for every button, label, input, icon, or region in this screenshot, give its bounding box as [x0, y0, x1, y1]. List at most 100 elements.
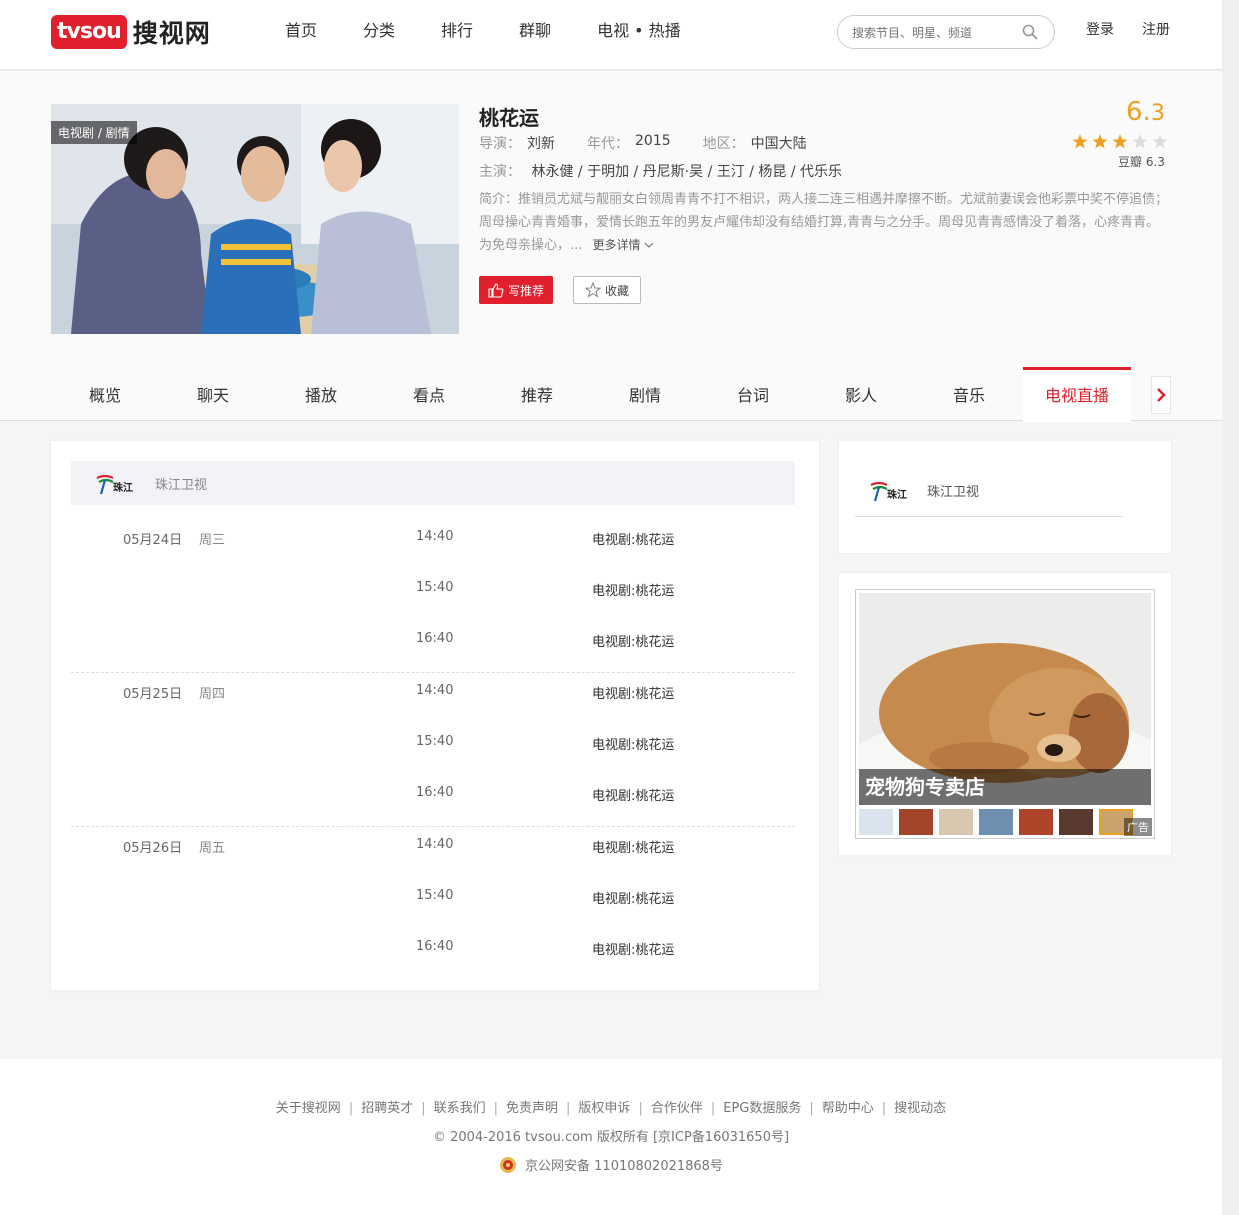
ad-caption: 宠物狗专卖店 — [859, 769, 1151, 805]
schedule-time: 16:40 — [416, 785, 454, 800]
footer-separator: | — [638, 1101, 643, 1116]
schedule-channel-name[interactable]: 珠江卫视 — [155, 474, 207, 493]
star-empty-icon — [1131, 133, 1151, 151]
footer-link[interactable]: 帮助中心 — [822, 1101, 874, 1116]
star-empty-icon — [1151, 133, 1171, 151]
program-title: 桃花运 — [479, 106, 539, 130]
footer-link[interactable]: 搜视动态 — [894, 1101, 946, 1116]
nav-home[interactable]: 首页 — [270, 18, 332, 44]
tab-1[interactable]: 聊天 — [159, 367, 267, 421]
chevron-right-icon — [1157, 388, 1166, 402]
ad-banner[interactable]: 宠物狗专卖店 广告 — [855, 589, 1155, 839]
register-link[interactable]: 注册 — [1142, 20, 1170, 40]
schedule-date: 05月26日 — [123, 841, 183, 856]
tab-4[interactable]: 推荐 — [483, 367, 591, 421]
search-box — [837, 15, 1055, 49]
schedule-program-link[interactable]: 电视剧:桃花运 — [592, 837, 674, 856]
svg-text:珠江: 珠江 — [887, 488, 907, 501]
schedule-program-link[interactable]: 电视剧:桃花运 — [592, 785, 674, 804]
nav-ranking[interactable]: 排行 — [426, 18, 488, 44]
schedule-program-link[interactable]: 电视剧:桃花运 — [592, 529, 674, 548]
synopsis-text: 简介：推销员尤斌与靓丽女白领周青青不打不相识，两人接二连三相遇并摩擦不断。尤斌前… — [479, 192, 1169, 253]
site-logo[interactable]: tvsou 搜视网 — [51, 15, 211, 49]
ad-thumbnail[interactable] — [1019, 809, 1053, 835]
ad-thumbnail[interactable] — [1059, 809, 1093, 835]
search-icon[interactable] — [1022, 24, 1038, 40]
tab-9[interactable]: 电视直播 — [1023, 367, 1131, 422]
side-channel-name: 珠江卫视 — [927, 485, 980, 500]
schedule-weekday: 周五 — [199, 841, 226, 856]
schedule-time: 15:40 — [416, 888, 454, 903]
content-tabs: 概览 聊天 播放 看点 推荐 剧情 台词 影人 音乐 电视直播 — [0, 367, 1222, 422]
cast-value[interactable]: 林永健 / 于明加 / 丹尼斯·吴 / 王汀 / 杨昆 / 代乐乐 — [531, 164, 842, 180]
nav-tv-hot[interactable]: 电视 • 热播 — [582, 18, 696, 44]
footer-link[interactable]: 免责声明 — [506, 1101, 558, 1116]
program-info: 电视剧 / 剧情 桃花运 导演： 刘新 年代： 2015 地区： 中国大陆 主演… — [0, 71, 1222, 367]
schedule-day: 05月25日 周四 14:40 电视剧:桃花运 15:40 电视剧:桃花运 16:40 电视剧… — [71, 673, 795, 827]
year-value: 2015 — [635, 133, 671, 149]
search-input[interactable] — [852, 23, 1012, 43]
tab-6[interactable]: 台词 — [699, 367, 807, 421]
schedule-program-link[interactable]: 电视剧:桃花运 — [592, 580, 674, 599]
more-details-link[interactable]: 更多详情 — [593, 238, 655, 252]
schedule-program-link[interactable]: 电视剧:桃花运 — [592, 683, 674, 702]
tv-schedule: 珠江 珠江卫视 05月24日 周三 14:40 电视剧:桃花运 15:40 电视剧:桃花运… — [51, 441, 819, 990]
police-badge-icon — [500, 1156, 517, 1173]
login-link[interactable]: 登录 — [1086, 20, 1114, 40]
footer-copyright: © 2004-2016 tvsou.com 版权所有 [京ICP备1603165… — [432, 1130, 790, 1145]
footer-icp: 京公网安备 11010802021868号 — [0, 1155, 1222, 1174]
schedule-time: 15:40 — [416, 734, 454, 749]
tab-5[interactable]: 剧情 — [591, 367, 699, 421]
scrollbar[interactable] — [1222, 0, 1239, 1215]
ad-thumbnails — [859, 809, 1151, 835]
favorite-label: 收藏 — [604, 283, 629, 298]
schedule-program-link[interactable]: 电视剧:桃花运 — [592, 734, 674, 753]
star-outline-icon — [584, 282, 601, 298]
footer-links: 关于搜视网 | 招聘英才 | 联系我们 | 免责声明 | 版权申诉 | 合作伙伴 | EPG数据服务 | 帮… — [0, 1097, 1222, 1116]
nav-category[interactable]: 分类 — [348, 18, 410, 44]
ad-thumbnail[interactable] — [939, 809, 973, 835]
program-poster[interactable]: 电视剧 / 剧情 — [51, 104, 459, 334]
ad-thumbnail[interactable] — [859, 809, 893, 835]
favorite-button[interactable]: 收藏 — [573, 276, 641, 304]
write-recommend-button[interactable]: 写推荐 — [479, 276, 553, 304]
footer-link[interactable]: 招聘英才 — [361, 1101, 413, 1116]
footer-link[interactable]: 关于搜视网 — [276, 1101, 341, 1116]
tab-7[interactable]: 影人 — [807, 367, 915, 421]
cast-label: 主演： — [479, 164, 521, 180]
director-value[interactable]: 刘新 — [527, 133, 555, 153]
side-channel-item[interactable]: 珠江 珠江卫视 — [855, 469, 1123, 517]
footer-link[interactable]: EPG数据服务 — [723, 1101, 801, 1116]
schedule-program-link[interactable]: 电视剧:桃花运 — [592, 939, 674, 958]
tab-3[interactable]: 看点 — [375, 367, 483, 421]
schedule-date: 05月24日 — [123, 533, 183, 548]
footer-separator: | — [566, 1101, 571, 1116]
program-synopsis: 简介：推销员尤斌与靓丽女白领周青青不打不相识，两人接二连三相遇并摩擦不断。尤斌前… — [479, 188, 1169, 257]
footer-separator: | — [421, 1101, 426, 1116]
tabs-next-button[interactable] — [1151, 376, 1171, 414]
star-filled-icon — [1111, 133, 1131, 151]
schedule-time: 16:40 — [416, 939, 454, 954]
program-cast: 主演： 林永健 / 于明加 / 丹尼斯·吴 / 王汀 / 杨昆 / 代乐乐 — [479, 161, 842, 181]
schedule-time: 14:40 — [416, 683, 454, 698]
footer-link[interactable]: 版权申诉 — [578, 1101, 630, 1116]
schedule-program-link[interactable]: 电视剧:桃花运 — [592, 888, 674, 907]
tab-2[interactable]: 播放 — [267, 367, 375, 421]
ad-thumbnail[interactable] — [899, 809, 933, 835]
score-decimal: 3 — [1150, 101, 1165, 126]
icp-link[interactable]: 京公网安备 11010802021868号 — [525, 1155, 723, 1174]
star-filled-icon — [1071, 133, 1091, 151]
footer-separator: | — [348, 1101, 354, 1116]
more-details-label: 更多详情 — [592, 238, 641, 252]
schedule-program-link[interactable]: 电视剧:桃花运 — [592, 631, 674, 650]
write-recommend-label: 写推荐 — [507, 283, 544, 298]
poster-genre-tag: 电视剧 / 剧情 — [51, 121, 137, 144]
schedule-day: 05月24日 周三 14:40 电视剧:桃花运 15:40 电视剧:桃花运 16:40 电视剧… — [71, 519, 795, 673]
star-filled-icon — [1091, 133, 1111, 151]
ad-thumbnail[interactable] — [979, 809, 1013, 835]
nav-group-chat[interactable]: 群聊 — [504, 18, 566, 44]
tab-0[interactable]: 概览 — [51, 367, 159, 421]
footer-link[interactable]: 联系我们 — [434, 1101, 486, 1116]
tab-8[interactable]: 音乐 — [915, 367, 1023, 421]
footer-link[interactable]: 合作伙伴 — [651, 1101, 703, 1116]
